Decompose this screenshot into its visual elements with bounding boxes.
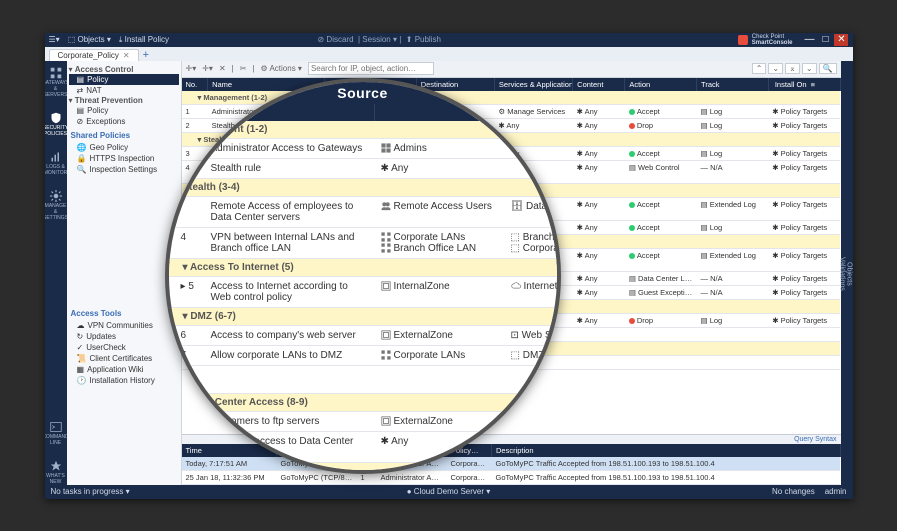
- tree-shared-policies: Shared Policies: [71, 131, 177, 140]
- nav-rail: GATEWAYS & SERVERS SECURITY POLICIES LOG…: [45, 61, 67, 485]
- nav-up-button[interactable]: ⌃: [752, 63, 767, 74]
- group-icon: [381, 143, 391, 153]
- zone-icon: [381, 281, 391, 291]
- tree-item-https[interactable]: 🔒 HTTPS Inspection: [77, 153, 179, 164]
- maximize-button[interactable]: □: [818, 34, 832, 46]
- status-bar: No tasks in progress ▾ ● Cloud Demo Serv…: [45, 485, 853, 499]
- tree-access-control[interactable]: Access Control: [75, 65, 134, 74]
- tree-item-geo[interactable]: 🌐 Geo Policy: [77, 142, 179, 153]
- column-headers: No.NameSourceDestinationServices & Appli…: [182, 78, 841, 91]
- right-tab-objects[interactable]: Objects: [846, 262, 853, 286]
- minimize-button[interactable]: —: [802, 34, 816, 46]
- nav-bottom-button[interactable]: ⌄: [802, 63, 817, 74]
- right-rail: Objects Validations: [841, 61, 853, 485]
- terminal-icon: [50, 421, 62, 433]
- network-icon: [381, 232, 391, 242]
- zone-icon: [381, 416, 391, 426]
- publish-button[interactable]: ⬆ Publish: [406, 35, 441, 44]
- zone-icon: [381, 330, 391, 340]
- star-icon: [50, 460, 62, 472]
- tree-access-tools: Access Tools: [71, 309, 177, 318]
- search-input[interactable]: [308, 62, 434, 75]
- nav-manage[interactable]: MANAGE & SETTINGS: [45, 190, 69, 221]
- nav-logs[interactable]: LOGS & MONITOR: [45, 151, 68, 176]
- tree-threat-prevention[interactable]: Threat Prevention: [75, 96, 143, 105]
- nav-whats-new[interactable]: WHAT'S NEW: [45, 460, 67, 485]
- cut-button[interactable]: ✂: [240, 64, 247, 73]
- delete-rule-button[interactable]: ✕: [219, 64, 226, 73]
- tree-item-vpn[interactable]: ☁ VPN Communities: [77, 320, 179, 331]
- tree-item-exceptions[interactable]: ⊘ Exceptions: [77, 116, 179, 127]
- nav-gateways[interactable]: GATEWAYS & SERVERS: [45, 67, 70, 98]
- server-indicator[interactable]: ● Cloud Demo Server ▾: [407, 487, 491, 496]
- magnifier-lens: Source No. Management (1-2) Administrato…: [165, 78, 561, 474]
- tab-corporate-policy[interactable]: Corporate_Policy✕: [49, 49, 139, 61]
- discard-button[interactable]: ⊘ Discard: [317, 35, 353, 44]
- tree-item-appwiki[interactable]: ▦ Application Wiki: [77, 364, 179, 375]
- nav-down-button[interactable]: ⌄: [768, 63, 783, 74]
- tree-item-tp-policy[interactable]: ▤ Policy: [77, 105, 179, 116]
- tree-item-history[interactable]: 🕑 Installation History: [77, 375, 179, 386]
- tasks-indicator[interactable]: No tasks in progress ▾: [51, 487, 130, 496]
- event-row[interactable]: Today, 7:17:51 AMGoToMyPC (TCP/8200)1Adm…: [182, 457, 841, 471]
- user-indicator: admin: [825, 487, 847, 496]
- actions-menu[interactable]: ⚙ Actions ▾: [261, 64, 302, 73]
- event-row[interactable]: 25 Jan 18, 11:32:36 PMGoToMyPC (TCP/8200…: [182, 470, 841, 484]
- tree-item-nat[interactable]: ⇄ NAT: [77, 85, 179, 96]
- title-bar: ☰▾ ⬚ Objects ▾ ⤓ Install Policy ⊘ Discar…: [45, 33, 853, 47]
- brand-logo: Check PointSmartConsole: [738, 34, 793, 46]
- query-syntax-link[interactable]: Query Syntax: [794, 436, 836, 443]
- tree-item-policy[interactable]: ▤ Policy: [69, 74, 179, 85]
- policy-tab-strip: Corporate_Policy✕ +: [45, 47, 853, 62]
- search-button[interactable]: 🔍: [819, 63, 837, 74]
- nav-security-policies[interactable]: SECURITY POLICIES: [45, 112, 69, 137]
- tree-item-usercheck[interactable]: ✓ UserCheck: [77, 342, 179, 353]
- add-rule-below-button[interactable]: ✛▾: [202, 64, 213, 73]
- network-icon: [381, 243, 391, 253]
- session-menu[interactable]: Session ▾: [362, 35, 397, 44]
- tree-item-inspection[interactable]: 🔍 Inspection Settings: [77, 164, 179, 175]
- chart-icon: [50, 151, 62, 163]
- network-icon: [381, 350, 391, 360]
- shield-icon: [50, 112, 62, 124]
- close-icon[interactable]: ✕: [123, 51, 130, 60]
- changes-indicator: No changes: [772, 487, 815, 496]
- new-tab-button[interactable]: +: [143, 49, 149, 61]
- gear-icon: [50, 190, 62, 202]
- grid-toolbar: ✛▾ ✛▾ ✕ | ✂ | ⚙ Actions ▾ ⌃ ⌄ ⌅ ⌄ 🔍: [182, 61, 841, 78]
- install-policy-button[interactable]: ⤓ Install Policy: [119, 35, 169, 45]
- grid-icon: [50, 67, 62, 79]
- app-window: ☰▾ ⬚ Objects ▾ ⤓ Install Policy ⊘ Discar…: [45, 33, 853, 499]
- nav-top-button[interactable]: ⌅: [785, 63, 800, 74]
- add-rule-button[interactable]: ✛▾: [186, 64, 197, 73]
- menu-icon[interactable]: ☰▾: [49, 35, 60, 44]
- users-icon: [381, 201, 391, 211]
- nav-command-line[interactable]: COMMAND LINE: [45, 421, 69, 446]
- close-button[interactable]: ✕: [834, 34, 848, 46]
- tree-item-updates[interactable]: ↻ Updates: [77, 331, 179, 342]
- objects-menu[interactable]: ⬚ Objects ▾: [68, 35, 111, 44]
- cloud-icon: [511, 281, 521, 291]
- tree-item-certs[interactable]: 📜 Client Certificates: [77, 353, 179, 364]
